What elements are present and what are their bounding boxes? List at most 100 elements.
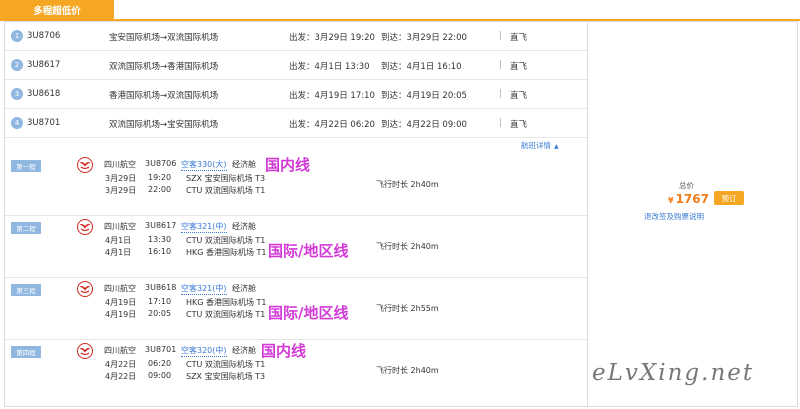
segment-card: 第三程 四川航空 3U8618 空客321(中) 经济舱 4月19日 17:10… [5, 278, 587, 340]
segment-badge: 第四程 [11, 346, 41, 358]
arrival-date: 4月22日 [105, 372, 137, 381]
flight-arrival: 到达：4月19日 20:05 [381, 91, 467, 101]
flight-departure: 出发：3月29日 19:20 [289, 33, 375, 43]
departure-airport: HKG 香港国际机场 T1 [186, 298, 267, 307]
flight-route: 双流国际机场→香港国际机场 [109, 62, 219, 72]
divider: | [499, 118, 502, 128]
flight-type: 直飞 [510, 33, 528, 43]
segment-badge: 第三程 [11, 284, 41, 296]
flight-details-link[interactable]: 航班详情 ▲ [521, 140, 559, 151]
airline-name: 四川航空 [104, 346, 136, 355]
price-value: 1767 [675, 192, 709, 206]
arrival-date: 4月19日 [105, 310, 137, 319]
flight-route: 双流国际机场→宝安国际机场 [109, 120, 219, 130]
flight-number-badge: 3 [11, 88, 23, 100]
flight-code: 3U8618 [145, 283, 177, 292]
flight-number-badge: 4 [11, 117, 23, 129]
route-type-annotation: 国内线 [265, 156, 311, 174]
flight-row[interactable]: 3 3U8618 香港国际机场→双流国际机场 出发：4月19日 17:10 到达… [5, 80, 587, 109]
departure-time: 17:10 [148, 297, 172, 306]
departure-airport: CTU 双流国际机场 T1 [186, 360, 266, 369]
tab-multi-trip[interactable]: 多程超低价 [0, 0, 114, 19]
airline-name: 四川航空 [104, 284, 136, 293]
sichuan-airlines-logo-icon [77, 157, 93, 173]
arrival-time: 22:00 [148, 185, 172, 194]
aircraft-type[interactable]: 空客320(中) [181, 345, 227, 357]
total-price: ¥1767 [668, 192, 709, 206]
segment-card: 第二程 四川航空 3U8617 空客321(中) 经济舱 4月1日 13:30 … [5, 216, 587, 278]
divider: | [499, 89, 502, 99]
flight-duration: 飞行时长 2h40m [376, 180, 439, 189]
flight-details-label: 航班详情 [521, 141, 551, 150]
flight-duration: 飞行时长 2h55m [376, 304, 439, 313]
segment-card: 第四程 四川航空 3U8701 空客320(中) 经济舱 4月22日 06:20… [5, 340, 587, 402]
segment-card: 第一程 四川航空 3U8706 空客330(大) 经济舱 3月29日 19:20… [5, 154, 587, 216]
flight-code: 3U8618 [27, 89, 61, 99]
flight-type: 直飞 [510, 120, 528, 130]
airline-name: 四川航空 [104, 222, 136, 231]
flight-code: 3U8706 [145, 159, 177, 168]
flight-route: 香港国际机场→双流国际机场 [109, 91, 219, 101]
departure-date: 4月22日 [105, 360, 137, 369]
flight-row[interactable]: 1 3U8706 宝安国际机场→双流国际机场 出发：3月29日 19:20 到达… [5, 22, 587, 51]
flight-row[interactable]: 4 3U8701 双流国际机场→宝安国际机场 出发：4月22日 06:20 到达… [5, 109, 587, 138]
flight-number-badge: 1 [11, 30, 23, 42]
departure-date: 4月19日 [105, 298, 137, 307]
flight-row[interactable]: 2 3U8617 双流国际机场→香港国际机场 出发：4月1日 13:30 到达：… [5, 51, 587, 80]
route-type-annotation: 国际/地区线 [268, 242, 349, 260]
arrival-airport: HKG 香港国际机场 T1 [186, 248, 267, 257]
sichuan-airlines-logo-icon [77, 343, 93, 359]
segment-badge: 第二程 [11, 222, 41, 234]
arrival-time: 16:10 [148, 247, 172, 256]
flight-code: 3U8701 [145, 345, 177, 354]
divider: | [499, 60, 502, 70]
flight-code: 3U8617 [27, 60, 61, 70]
cabin-class: 经济舱 [232, 284, 256, 293]
aircraft-type[interactable]: 空客321(中) [181, 221, 227, 233]
arrival-date: 3月29日 [105, 186, 137, 195]
cabin-class: 经济舱 [232, 346, 256, 355]
flight-arrival: 到达：3月29日 22:00 [381, 33, 467, 43]
arrival-time: 20:05 [148, 309, 172, 318]
flight-departure: 出发：4月1日 13:30 [289, 62, 370, 72]
sichuan-airlines-logo-icon [77, 219, 93, 235]
departure-date: 4月1日 [105, 236, 132, 245]
departure-airport: CTU 双流国际机场 T1 [186, 236, 266, 245]
cabin-class: 经济舱 [232, 160, 256, 169]
refund-rules-link[interactable]: 退改签及购票说明 [644, 211, 704, 222]
flight-type: 直飞 [510, 62, 528, 72]
departure-airport: SZX 宝安国际机场 T3 [186, 174, 266, 183]
book-button[interactable]: 预订 [714, 191, 744, 205]
flight-arrival: 到达：4月1日 16:10 [381, 62, 462, 72]
flight-departure: 出发：4月22日 06:20 [289, 120, 375, 130]
departure-time: 13:30 [148, 235, 172, 244]
departure-time: 19:20 [148, 173, 172, 182]
flight-code: 3U8706 [27, 31, 61, 41]
arrival-airport: CTU 双流国际机场 T1 [186, 310, 266, 319]
route-type-annotation: 国际/地区线 [268, 304, 349, 322]
cabin-class: 经济舱 [232, 222, 256, 231]
divider: | [499, 31, 502, 41]
departure-time: 06:20 [148, 359, 172, 368]
route-type-annotation: 国内线 [261, 342, 307, 360]
arrival-date: 4月1日 [105, 248, 132, 257]
aircraft-type[interactable]: 空客321(中) [181, 283, 227, 295]
flight-type: 直飞 [510, 91, 528, 101]
sichuan-airlines-logo-icon [77, 281, 93, 297]
flight-departure: 出发：4月19日 17:10 [289, 91, 375, 101]
arrival-airport: SZX 宝安国际机场 T3 [186, 372, 266, 381]
departure-date: 3月29日 [105, 174, 137, 183]
caret-up-icon: ▲ [554, 143, 559, 150]
flight-code: 3U8701 [27, 118, 61, 128]
currency-symbol: ¥ [668, 196, 674, 205]
arrival-airport: CTU 双流国际机场 T1 [186, 186, 266, 195]
flight-number-badge: 2 [11, 59, 23, 71]
site-watermark: eLvXing.net [592, 360, 755, 386]
arrival-time: 09:00 [148, 371, 172, 380]
flight-arrival: 到达：4月22日 09:00 [381, 120, 467, 130]
aircraft-type[interactable]: 空客330(大) [181, 159, 227, 171]
flight-duration: 飞行时长 2h40m [376, 242, 439, 251]
itinerary-panel: 1 3U8706 宝安国际机场→双流国际机场 出发：3月29日 19:20 到达… [4, 21, 588, 407]
flight-route: 宝安国际机场→双流国际机场 [109, 33, 219, 43]
airline-name: 四川航空 [104, 160, 136, 169]
